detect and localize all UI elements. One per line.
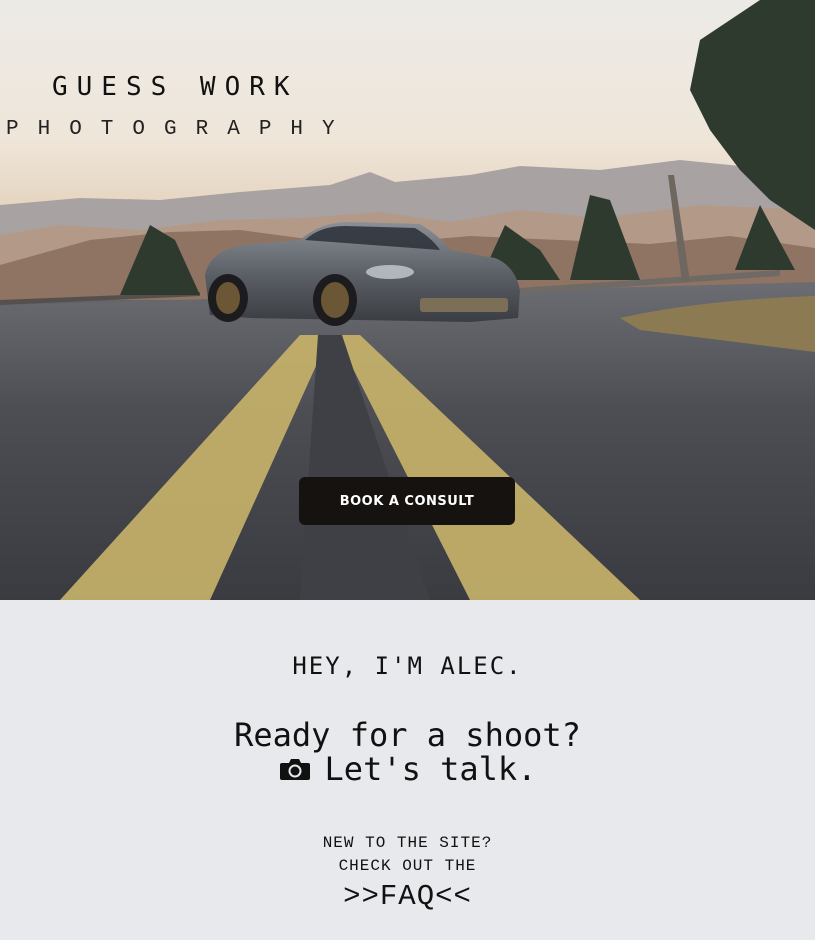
hero-banner: GUESS WORK PHOTOGRAPHY BOOK A CONSULT [0,0,815,600]
new-visitor-line-2: CHECK OUT THE [338,857,477,875]
intro-section: HEY, I'M ALEC. Ready for a shoot? Let's … [0,600,815,940]
faq-link[interactable]: >>FAQ<< [343,880,472,913]
new-visitor-line-1: NEW TO THE SITE? [322,834,493,852]
greeting-heading: HEY, I'M ALEC. [292,652,523,680]
brand-title[interactable]: GUESS WORK [52,72,299,102]
headline-line-2-row: Let's talk. [279,750,537,788]
new-visitor-note: NEW TO THE SITE? CHECK OUT THE [0,832,815,878]
book-consult-button[interactable]: BOOK A CONSULT [299,477,515,525]
headline: Ready for a shoot? Let's talk. [0,718,815,787]
headline-line-1: Ready for a shoot? [234,716,581,754]
brand-subtitle: PHOTOGRAPHY [6,118,354,141]
faq-link-row: >>FAQ<< [0,880,815,913]
headline-line-2: Let's talk. [324,750,537,788]
camera-icon [279,759,310,780]
